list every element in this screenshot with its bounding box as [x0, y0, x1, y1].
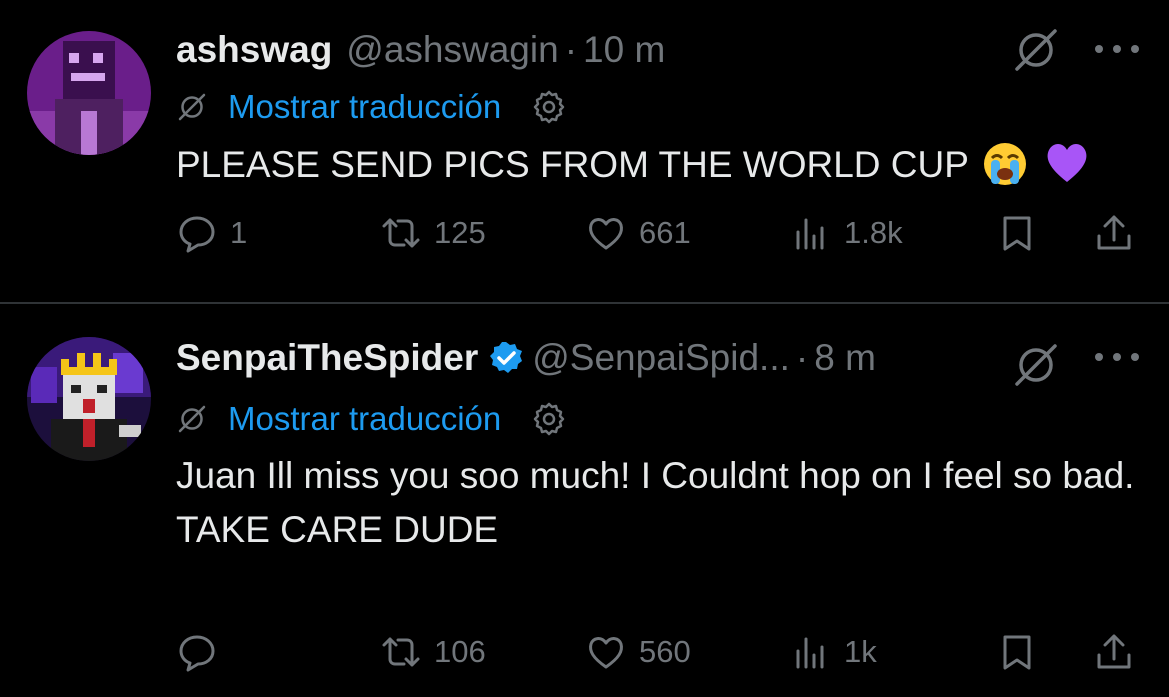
show-translation-link[interactable]: Mostrar traducción: [228, 88, 501, 126]
share-icon: [1097, 634, 1131, 669]
gear-icon[interactable]: [531, 401, 567, 437]
grok-icon: [178, 405, 206, 433]
loudly-crying-face-emoji: [983, 143, 1026, 186]
views-icon: [796, 637, 824, 669]
tweet-header: SenpaiTheSpider @SenpaiSpid... · 8 m: [176, 336, 1039, 380]
reply-button[interactable]: [176, 631, 230, 673]
reply-button[interactable]: 1: [176, 212, 247, 254]
heart-icon: [589, 218, 623, 250]
like-button[interactable]: 661: [585, 212, 691, 254]
views-count: 1.8k: [844, 215, 903, 250]
retweet-count: 106: [434, 634, 486, 669]
retweet-icon: [382, 637, 420, 667]
retweet-button[interactable]: 106: [380, 631, 486, 673]
reply-icon: [179, 635, 215, 672]
display-name[interactable]: ashswag: [176, 29, 332, 71]
show-translation-link[interactable]: Mostrar traducción: [228, 400, 501, 438]
grok-icon: [178, 93, 206, 121]
timestamp[interactable]: 8 m: [814, 337, 876, 379]
gear-icon[interactable]: [531, 89, 567, 125]
separator-dot: ·: [795, 337, 809, 378]
verified-badge-icon[interactable]: [488, 340, 524, 376]
user-handle[interactable]: @ashswagin: [346, 29, 558, 71]
avatar[interactable]: [27, 31, 151, 155]
retweet-count: 125: [434, 215, 486, 250]
reply-count: 1: [230, 215, 248, 250]
views-count: 1k: [844, 634, 877, 669]
bookmark-icon: [1003, 635, 1031, 670]
timestamp[interactable]: 10 m: [583, 29, 665, 71]
heart-icon: [589, 637, 623, 669]
share-icon: [1097, 215, 1131, 250]
grok-icon[interactable]: [1011, 340, 1061, 390]
purple-heart-emoji: [1047, 144, 1087, 183]
more-options-icon[interactable]: [1095, 39, 1139, 59]
retweet-button[interactable]: 125: [380, 212, 486, 254]
views-icon: [796, 218, 824, 250]
display-name[interactable]: SenpaiTheSpider: [176, 337, 478, 379]
bookmark-button[interactable]: [996, 212, 1038, 254]
separator-dot: ·: [564, 29, 578, 70]
grok-icon[interactable]: [1011, 25, 1061, 75]
like-button[interactable]: 560: [585, 631, 691, 673]
tweet-text-line: Juan Ill miss you soo much! I Couldnt ho…: [176, 455, 1135, 496]
translation-row: Mostrar traducción: [176, 399, 567, 439]
tweet-actions: 1 125 661 1.8k: [0, 212, 1169, 260]
like-count: 661: [639, 215, 691, 250]
translation-row: Mostrar traducción: [176, 87, 567, 127]
tweet-text-line: TAKE CARE DUDE: [176, 509, 499, 550]
bookmark-icon: [1003, 216, 1031, 251]
more-options-icon[interactable]: [1095, 347, 1139, 367]
reply-icon: [179, 216, 215, 253]
tweet-text: Juan Ill miss you soo much! I Couldnt ho…: [176, 449, 1139, 557]
like-count: 560: [639, 634, 691, 669]
tweet-header: ashswag @ashswagin · 10 m: [176, 28, 1039, 72]
views-button[interactable]: 1k: [790, 631, 877, 673]
share-button[interactable]: [1093, 212, 1135, 254]
bookmark-button[interactable]: [996, 631, 1038, 673]
share-button[interactable]: [1093, 631, 1135, 673]
user-handle[interactable]: @SenpaiSpid...: [532, 337, 790, 379]
retweet-icon: [382, 218, 420, 248]
tweet-text: PLEASE SEND PICS FROM THE WORLD CUP: [176, 138, 1139, 192]
tweet-text-content: PLEASE SEND PICS FROM THE WORLD CUP: [176, 144, 969, 185]
tweet-actions: 106 560 1k: [0, 631, 1169, 679]
tweet-ashswag[interactable]: ashswag @ashswagin · 10 m Mostrar traduc…: [0, 0, 1169, 302]
views-button[interactable]: 1.8k: [790, 212, 903, 254]
avatar[interactable]: [27, 337, 151, 461]
tweet-senpaithespider[interactable]: SenpaiTheSpider @SenpaiSpid... · 8 m Mos…: [0, 304, 1169, 697]
